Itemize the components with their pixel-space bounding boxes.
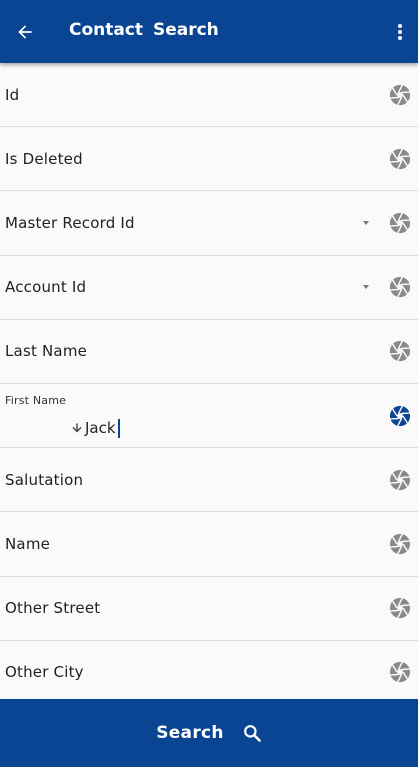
aperture-icon[interactable] [389, 340, 411, 362]
arrow-left-icon [18, 25, 32, 39]
search-field-list[interactable]: Id Is Deleted Master Record Id Account Id La… [0, 63, 418, 699]
field-row[interactable]: Salutation [0, 448, 418, 513]
aperture-icon[interactable] [389, 533, 411, 555]
field-label: Salutation [5, 470, 84, 489]
overflow-menu-button[interactable] [388, 17, 412, 47]
field-label: Account Id [5, 278, 87, 297]
page-title: Contact Search [69, 20, 219, 40]
field-row[interactable]: Name [0, 512, 418, 577]
aperture-icon[interactable] [389, 661, 411, 683]
field-label: Id [5, 85, 20, 104]
field-row[interactable]: Last Name [0, 319, 418, 384]
field-value: Jack [85, 419, 116, 438]
aperture-icon[interactable] [389, 84, 411, 106]
field-row[interactable]: Master Record Id [0, 191, 418, 256]
field-label: Master Record Id [5, 213, 135, 232]
field-row[interactable]: First Name Jack [0, 383, 418, 449]
arrow-down-icon [70, 421, 84, 435]
aperture-icon[interactable] [389, 469, 411, 491]
aperture-icon[interactable] [389, 276, 411, 298]
field-row[interactable]: Other Street [0, 576, 418, 641]
dropdown-arrow-icon[interactable] [363, 220, 369, 225]
field-label: Is Deleted [5, 149, 83, 168]
aperture-icon[interactable] [389, 212, 411, 234]
search-button[interactable]: Search [0, 699, 418, 767]
dropdown-arrow-icon[interactable] [363, 285, 369, 290]
field-label: Name [5, 534, 51, 553]
field-input[interactable]: Jack [70, 418, 120, 438]
aperture-icon[interactable] [389, 405, 411, 427]
field-label: Other Street [5, 599, 101, 618]
field-label: Last Name [5, 342, 88, 361]
field-row[interactable]: Other City [0, 640, 418, 699]
field-label: Other City [5, 663, 84, 682]
field-label: First Name [5, 393, 67, 407]
field-row[interactable]: Id [0, 63, 418, 128]
app-bar: Contact Search [0, 0, 418, 63]
aperture-icon[interactable] [389, 148, 411, 170]
search-button-label: Search [156, 723, 224, 743]
field-row[interactable]: Is Deleted [0, 127, 418, 192]
more-vert-icon [398, 24, 402, 40]
back-button[interactable] [10, 17, 40, 47]
field-row[interactable]: Account Id [0, 255, 418, 320]
search-icon [242, 723, 262, 743]
aperture-icon[interactable] [389, 597, 411, 619]
text-cursor [117, 418, 120, 438]
